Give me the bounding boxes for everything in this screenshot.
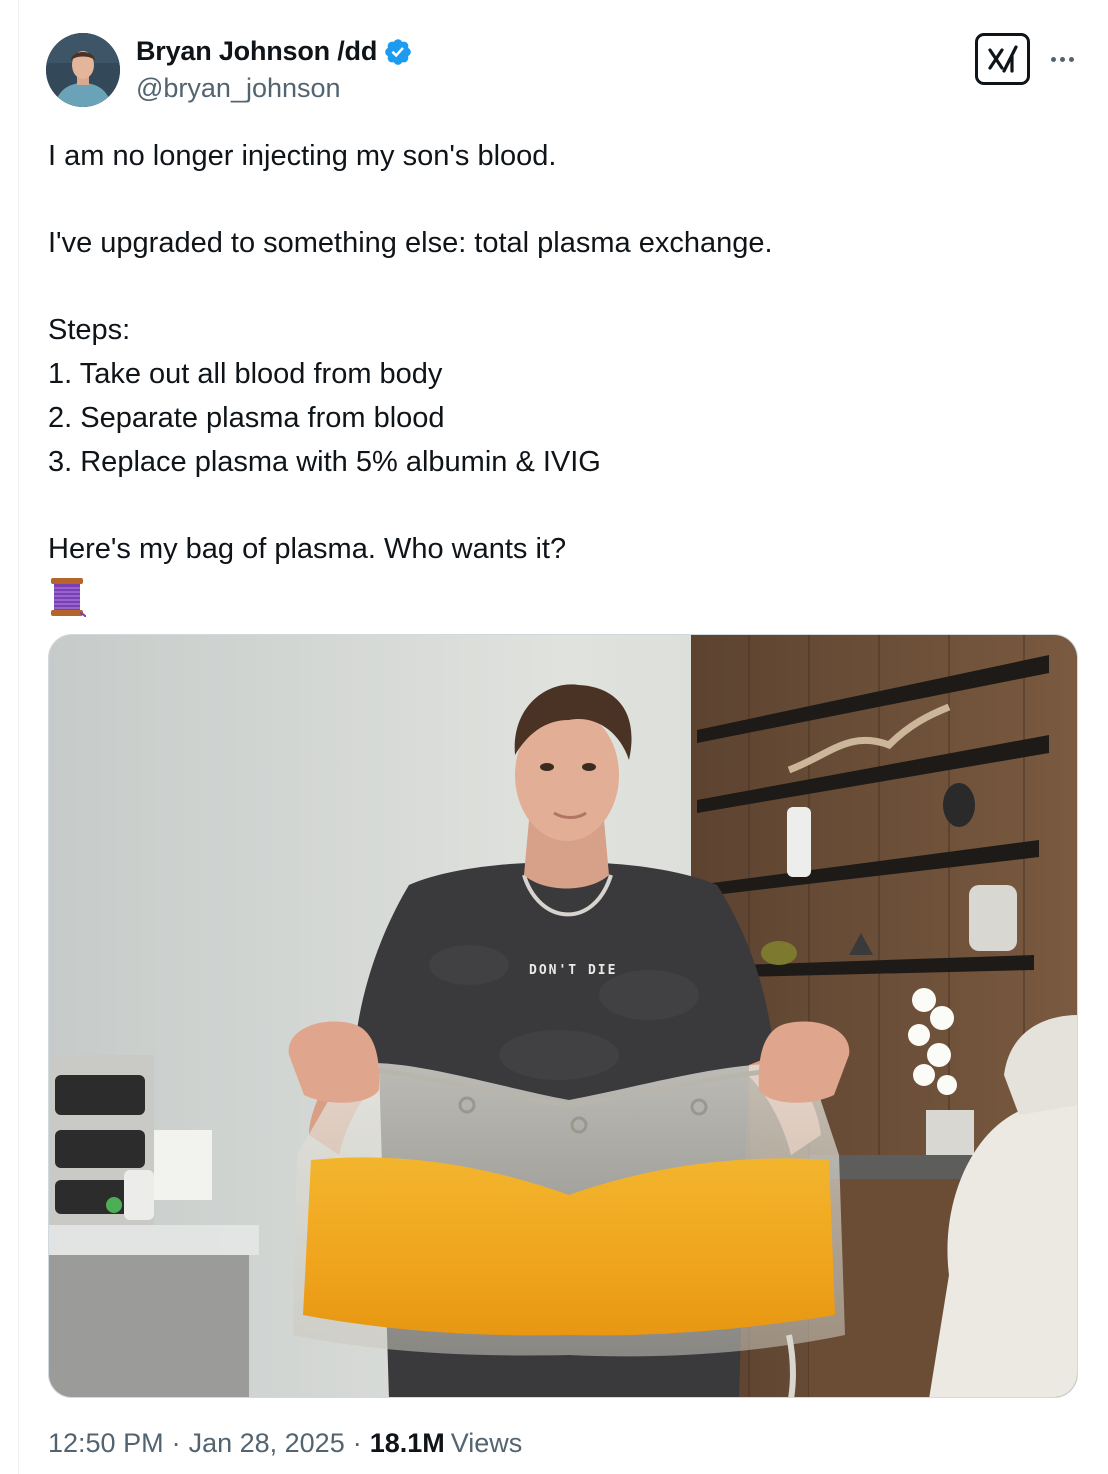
author-handle[interactable]: @bryan_johnson — [136, 73, 341, 104]
display-name[interactable]: Bryan Johnson /dd — [136, 36, 377, 67]
more-dot — [1068, 56, 1074, 62]
tweet-text: I am no longer injecting my son's blood.… — [48, 134, 1068, 617]
tweet-line: 1. Take out all blood from body — [48, 358, 443, 390]
views-label: Views — [450, 1428, 523, 1458]
meta-separator: · — [171, 1428, 181, 1458]
verified-badge-icon — [385, 38, 411, 65]
tweet-line: Here's my bag of plasma. Who wants it? — [48, 533, 567, 565]
tweet-line: I've upgraded to something else: total p… — [48, 227, 773, 259]
tweet-date[interactable]: Jan 28, 2025 — [189, 1428, 345, 1459]
tweet-line: I am no longer injecting my son's blood. — [48, 140, 557, 172]
more-dots-icon — [1050, 56, 1056, 62]
tweet-line: Steps: — [48, 314, 131, 346]
views-count: 18.1M — [369, 1428, 445, 1458]
avatar[interactable] — [46, 33, 120, 107]
grok-icon — [987, 45, 1018, 73]
author-name-row[interactable]: Bryan Johnson /dd — [136, 36, 413, 67]
spool-of-thread-emoji-icon — [51, 578, 86, 617]
tweet-photo[interactable]: DON'T DIE — [48, 634, 1078, 1398]
tweet: Bryan Johnson /dd @bryan_johnson I am no… — [0, 0, 1108, 1474]
grok-button[interactable] — [975, 33, 1030, 85]
more-options-button[interactable] — [1045, 42, 1079, 76]
tweet-line: 2. Separate plasma from blood — [48, 402, 445, 434]
more-dot — [1059, 56, 1065, 62]
meta-separator: · — [352, 1428, 362, 1458]
shirt-print: DON'T DIE — [529, 963, 617, 978]
tweet-time[interactable]: 12:50 PM — [48, 1428, 164, 1459]
tweet-line: 3. Replace plasma with 5% albumin & IVIG — [48, 446, 601, 478]
tweet-meta: 12:50 PM · Jan 28, 2025 · 18.1M Views — [48, 1428, 522, 1459]
